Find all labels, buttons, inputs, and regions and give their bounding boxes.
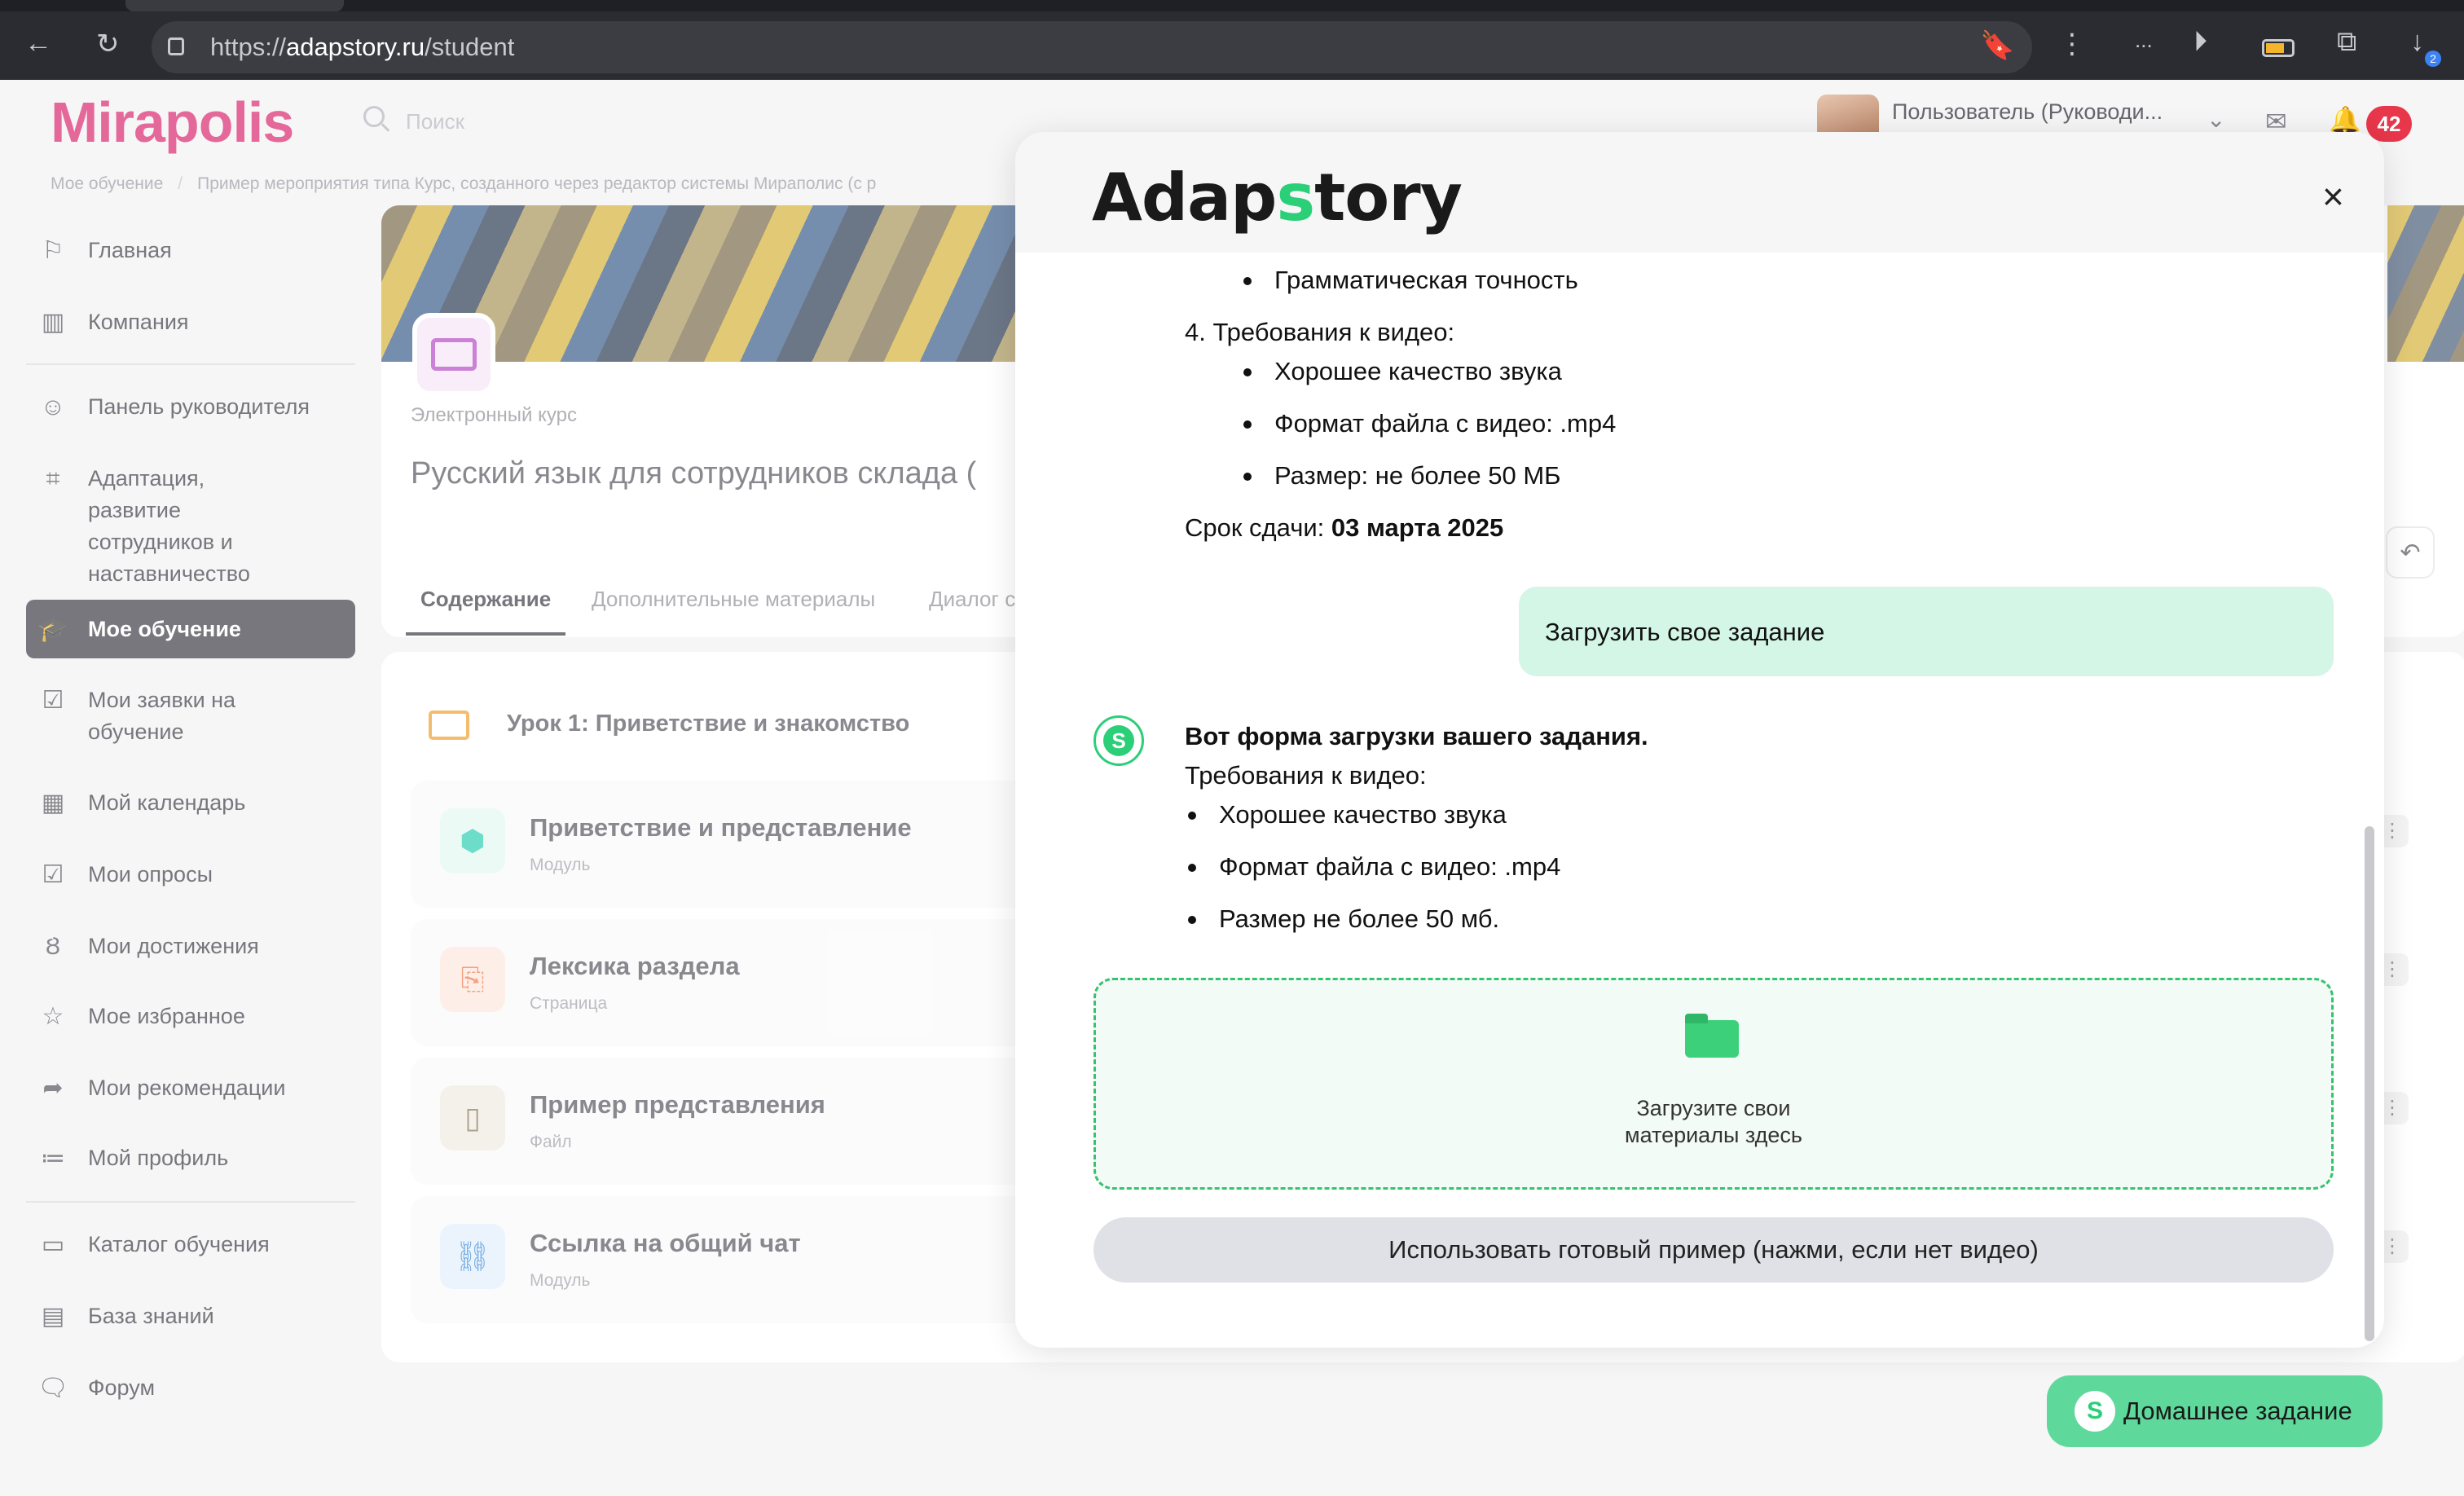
use-sample-button[interactable]: Использовать готовый пример (нажми, если…	[1093, 1217, 2334, 1283]
bot-message-title: Вот форма загрузки вашего задания.	[1185, 722, 1648, 750]
homework-button[interactable]: S Домашнее задание	[2047, 1375, 2383, 1447]
translate-icon[interactable]: ⧉	[2337, 26, 2356, 58]
bot-avatar: S	[1093, 715, 1144, 766]
media-play-icon[interactable]: ⏵	[2193, 26, 2207, 58]
chat-bullet: Грамматическая точность	[1243, 266, 1578, 294]
back-icon[interactable]: ←	[24, 28, 52, 59]
browser-tab[interactable]	[125, 0, 344, 11]
chat-bullet: Формат файла с видео: .mp4	[1187, 852, 1561, 881]
lock-icon	[168, 37, 184, 55]
battery-icon	[2262, 39, 2295, 57]
adapstory-s-icon: S	[2075, 1391, 2115, 1432]
overflow-icon[interactable]: ...	[2135, 28, 2153, 53]
chat-bullet: Размер не более 50 мб.	[1187, 904, 1500, 933]
notification-count-badge: 42	[2366, 106, 2412, 142]
dropzone-label: Загрузите свои материалы здесь	[1625, 1096, 1802, 1147]
kebab-menu-icon[interactable]: ⋮	[2058, 28, 2086, 60]
chat-heading: 4. Требования к видео:	[1185, 318, 1455, 346]
chat-bullet: Хорошее качество звука	[1188, 800, 1507, 829]
chat-bullet: Формат файла с видео: .mp4	[1243, 409, 1617, 438]
chevron-down-icon[interactable]: ⌄	[2207, 106, 2225, 133]
homework-button-label: Домашнее задание	[2123, 1397, 2352, 1425]
download-badge: 2	[2425, 51, 2441, 67]
browser-tabstrip	[0, 0, 2464, 11]
deadline: Срок сдачи: 03 марта 2025	[1185, 513, 1504, 542]
bookmark-icon[interactable]: 🔖	[1980, 29, 2014, 62]
folder-icon	[1685, 1014, 1739, 1058]
reload-icon[interactable]: ↻	[96, 28, 120, 60]
upload-dropzone[interactable]	[1093, 978, 2334, 1190]
close-icon[interactable]: ×	[2322, 178, 2344, 215]
chat-bullet: Хорошее качество звука	[1243, 357, 1562, 385]
adapstory-logo: Adapstory	[1092, 160, 1463, 235]
download-icon[interactable]: ↓	[2410, 26, 2424, 58]
url-text: https://adapstory.ru/student	[210, 33, 515, 61]
user-message-text: Загрузить свое задание	[1545, 618, 1825, 646]
bot-message-heading: Требования к видео:	[1185, 761, 1427, 790]
chat-bullet: Размер: не более 50 МБ	[1243, 461, 1561, 490]
modal-scrollbar[interactable]	[2365, 826, 2374, 1341]
user-name[interactable]: Пользователь (Руководи...	[1892, 99, 2163, 125]
bell-icon[interactable]: 🔔	[2329, 104, 2361, 135]
adapstory-s-icon: S	[1103, 725, 1134, 756]
